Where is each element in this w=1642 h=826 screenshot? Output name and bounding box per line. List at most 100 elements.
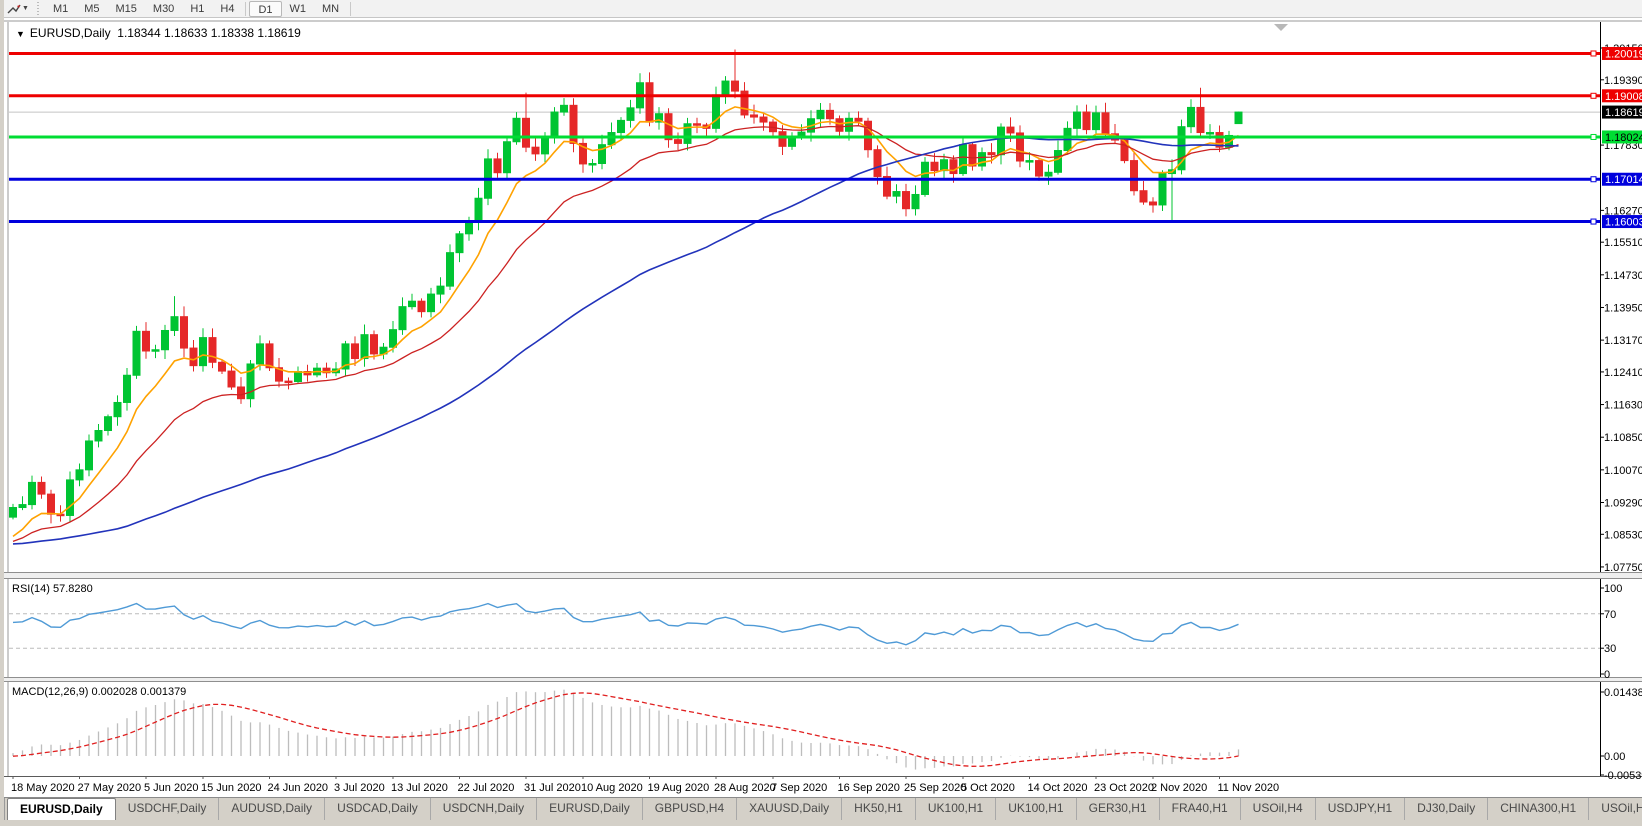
svg-text:1.08530: 1.08530 [1604,529,1642,541]
candle [969,145,976,166]
candle [1007,127,1014,133]
date-label: 3 Jul 2020 [334,782,385,794]
chart-ohlc-values: 1.18344 1.18633 1.18338 1.18619 [117,26,301,40]
candle [1093,113,1100,130]
macd-axis-tick: 0.00 [1604,751,1625,763]
candle [29,482,36,504]
chart-tab-uk100-h1[interactable]: UK100,H1 [916,798,996,820]
chart-canvas[interactable]: 1.201501.193901.178301.162701.155101.147… [4,18,1642,797]
candle [86,441,93,470]
macd-label: MACD(12,26,9) 0.002028 0.001379 [12,686,186,698]
chart-tab-eurusd-daily[interactable]: EURUSD,Daily [537,798,643,820]
candle [19,505,26,508]
svg-text:1.11630: 1.11630 [1604,400,1642,412]
chart-tab-xauusd-daily[interactable]: XAUUSD,Daily [737,798,842,820]
candle [494,159,501,173]
chart-tab-usdcad-daily[interactable]: USDCAD,Daily [325,798,431,820]
chart-tab-gbpusd-h4[interactable]: GBPUSD,H4 [643,798,737,820]
candle [1207,133,1214,135]
chevron-down-icon[interactable]: ▼ [22,5,29,12]
candle [352,344,359,359]
chart-tab-hk50-h1[interactable]: HK50,H1 [842,798,916,820]
candle [456,234,463,253]
timeframe-button-m30[interactable]: M30 [145,1,182,17]
chart-tab-usoil-h1[interactable]: USOil,H1 [1589,798,1642,820]
candle [162,330,169,349]
chart-tabbar: EURUSD,DailyUSDCHF,DailyAUDUSD,DailyUSDC… [4,797,1642,826]
rsi-axis-tick: 70 [1604,609,1616,621]
candle [1074,112,1081,128]
candle [931,162,938,170]
date-label: 15 Jun 2020 [201,782,262,794]
candle [95,431,102,441]
chart-tab-uk100-h1[interactable]: UK100,H1 [996,798,1076,820]
timeframe-button-h4[interactable]: H4 [212,1,242,17]
tabbar-grip[interactable] [4,798,5,820]
chart-tab-china300-h1[interactable]: CHINA300,H1 [1488,798,1589,820]
candle [1055,151,1062,173]
timeframe-button-m15[interactable]: M15 [108,1,145,17]
rsi-axis-tick: 30 [1604,643,1616,655]
chart-tab-dj30-daily[interactable]: DJ30,Daily [1405,798,1488,820]
candle [105,417,112,431]
rsi-axis-tick: 100 [1604,583,1622,595]
chart-tab-fra40-h1[interactable]: FRA40,H1 [1160,798,1241,820]
macd-axis-tick: -0.005396 [1604,770,1642,782]
candle [209,338,216,363]
date-label: 22 Jul 2020 [458,782,515,794]
svg-text:1.17014: 1.17014 [1605,174,1642,186]
chart-tab-usdjpy-h1[interactable]: USDJPY,H1 [1316,798,1405,820]
candle [941,160,948,171]
timeframe-button-m1[interactable]: M1 [45,1,76,17]
candle [827,110,834,118]
candle [694,124,701,126]
svg-text:1.09290: 1.09290 [1604,497,1642,509]
ohlc-marker-icon[interactable]: ▼ [16,29,25,39]
candle [466,223,473,234]
candle [371,335,378,354]
toolbar-grip[interactable] [36,2,41,16]
chart-tab-usdchf-daily[interactable]: USDCHF,Daily [116,798,220,820]
timeframe-button-mn[interactable]: MN [314,1,347,17]
timeframe-button-m5[interactable]: M5 [76,1,107,17]
svg-text:1.13170: 1.13170 [1604,335,1642,347]
chart-tab-usdcnh-daily[interactable]: USDCNH,Daily [431,798,537,820]
date-label: 11 Nov 2020 [1218,782,1280,794]
svg-text:1.18619: 1.18619 [1605,107,1642,119]
candle [295,372,302,382]
svg-text:1.10850: 1.10850 [1604,432,1642,444]
rsi-axis-tick: 0 [1604,669,1610,681]
candle [960,145,967,174]
candle [437,286,444,294]
date-label: 31 Jul 2020 [524,782,581,794]
candle [893,192,900,197]
timeframe-button-h1[interactable]: H1 [182,1,212,17]
candle [1197,107,1204,132]
candle [409,301,416,306]
rsi-value: 57.8280 [53,583,93,595]
candle [504,142,511,173]
candle [912,194,919,208]
date-label: 16 Sep 2020 [838,782,900,794]
date-label: 5 Jun 2020 [144,782,198,794]
chart-tab-ger30-h1[interactable]: GER30,H1 [1077,798,1160,820]
candle [874,150,881,177]
candle [133,331,140,375]
candle [428,294,435,312]
candle [760,117,767,122]
chart-tab-audusd-daily[interactable]: AUDUSD,Daily [219,798,325,820]
date-label: 23 Oct 2020 [1094,782,1154,794]
chart-tab-usoil-h4[interactable]: USOil,H4 [1241,798,1316,820]
timeframe-button-d1[interactable]: D1 [249,1,281,17]
date-label: 27 May 2020 [78,782,142,794]
svg-text:1.12410: 1.12410 [1604,367,1642,379]
chart-tab-eurusd-daily[interactable]: EURUSD,Daily [7,798,116,820]
candle [475,198,482,222]
date-label: 2 Nov 2020 [1151,782,1207,794]
candle [1045,172,1052,176]
timeframe-button-w1[interactable]: W1 [282,1,315,17]
candle [998,127,1005,155]
candle [627,108,634,121]
cursor-tools-icon[interactable] [7,3,21,15]
candle [1150,202,1157,205]
